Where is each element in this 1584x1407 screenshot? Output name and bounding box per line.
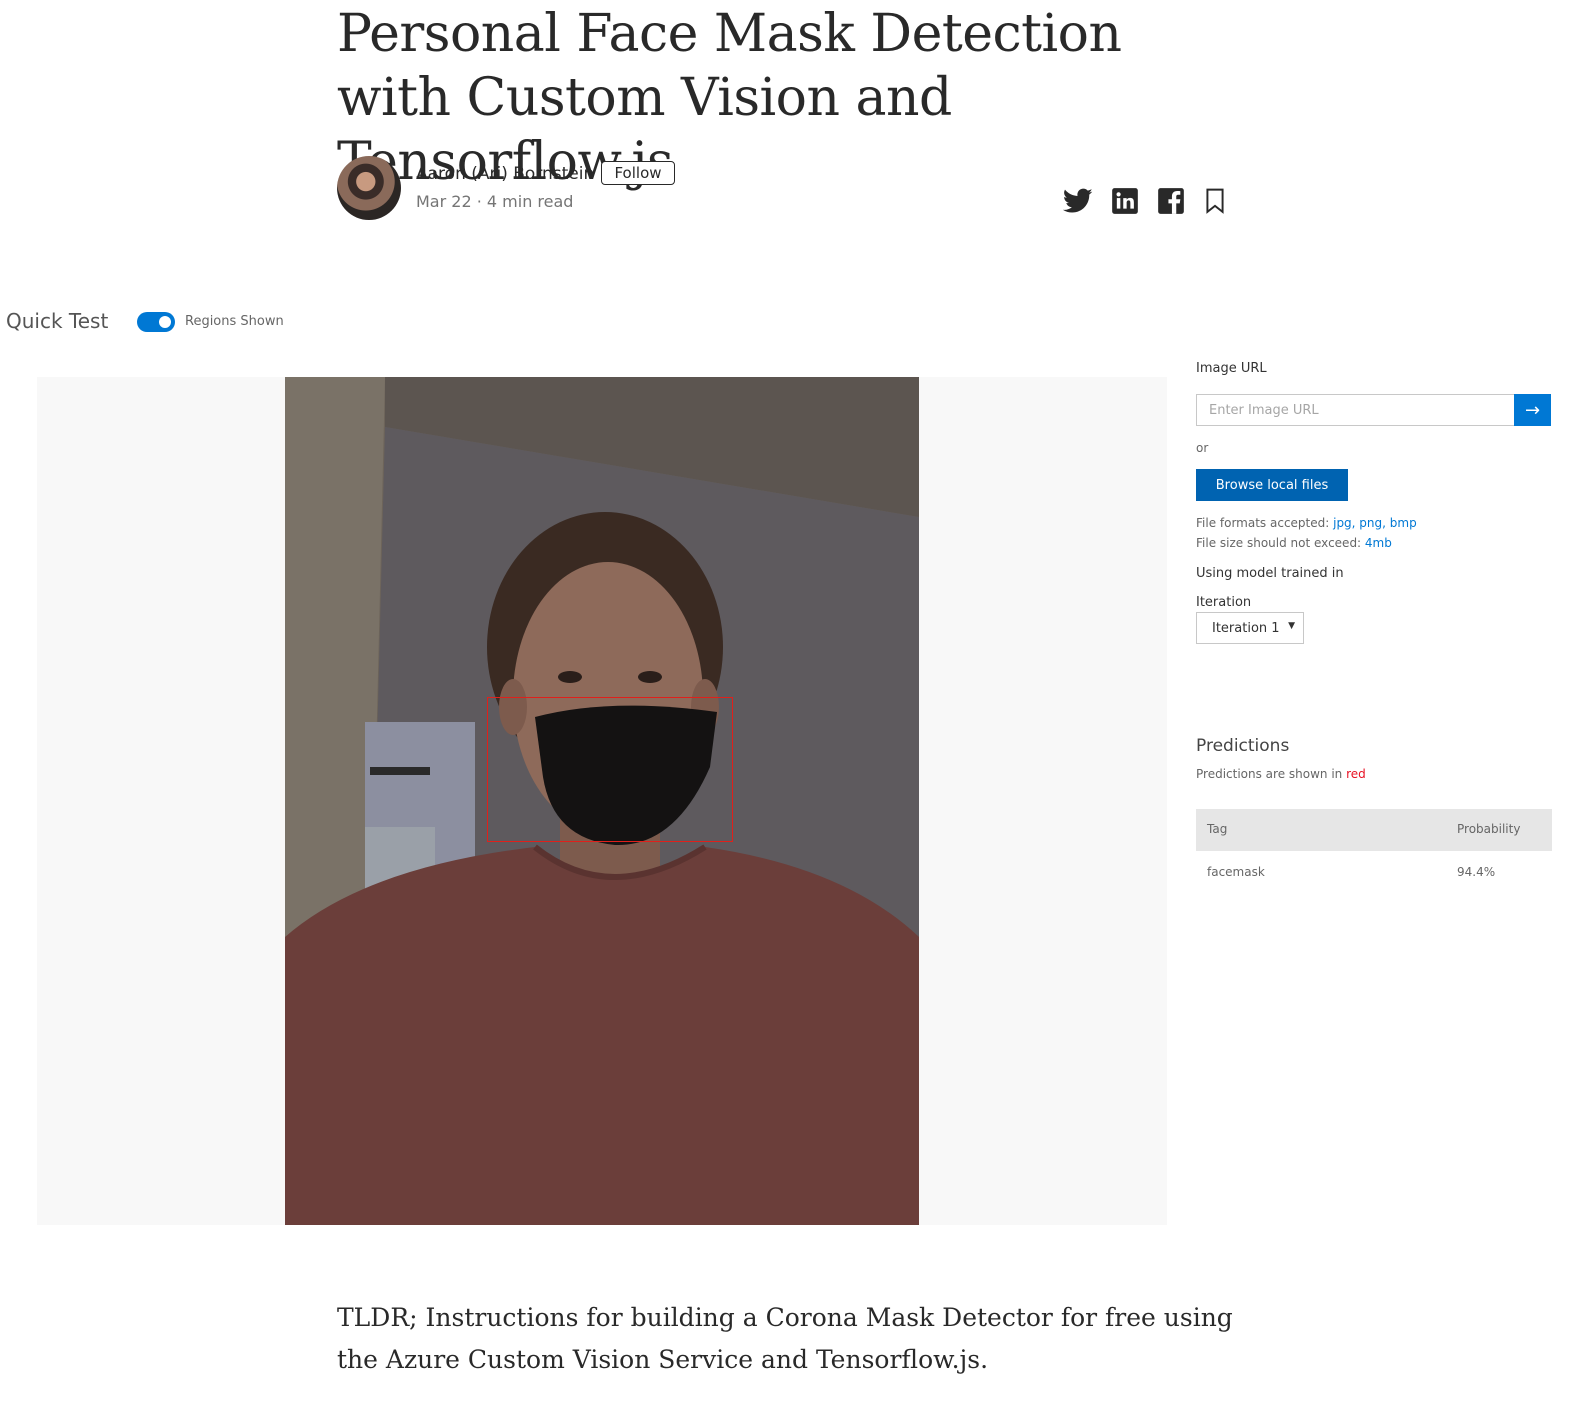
file-formats-prefix: File formats accepted: <box>1196 516 1334 530</box>
iteration-label: Iteration <box>1196 595 1252 610</box>
file-size-note: File size should not exceed: 4mb <box>1196 536 1392 550</box>
toggle-knob <box>159 316 171 328</box>
image-url-label: Image URL <box>1196 361 1267 376</box>
predictions-title: Predictions <box>1196 736 1290 756</box>
iteration-value: Iteration 1 <box>1212 620 1280 636</box>
quick-test-title: Quick Test <box>6 309 109 333</box>
prediction-probability: 94.4% <box>1457 865 1496 879</box>
regions-toggle-label: Regions Shown <box>185 314 284 329</box>
column-header-probability[interactable]: Probability <box>1457 822 1520 836</box>
bookmark-icon[interactable] <box>1200 186 1230 216</box>
regions-toggle[interactable] <box>137 312 175 332</box>
image-url-input[interactable] <box>1196 394 1514 426</box>
prediction-tag: facemask <box>1207 865 1265 879</box>
predictions-note-prefix: Predictions are shown in <box>1196 767 1347 781</box>
file-formats-note: File formats accepted: jpg, png, bmp <box>1196 516 1417 530</box>
or-label: or <box>1196 441 1209 455</box>
author-avatar[interactable] <box>337 156 401 220</box>
iteration-select[interactable]: Iteration 1 ▼ <box>1196 612 1304 644</box>
browse-local-files-button[interactable]: Browse local files <box>1196 469 1348 501</box>
prediction-region-box <box>487 697 733 842</box>
file-size-limit: 4mb <box>1364 536 1392 550</box>
facebook-icon[interactable] <box>1156 186 1186 216</box>
author-name[interactable]: Aaron (Ari) Bornstein <box>416 162 594 186</box>
submit-url-button[interactable]: → <box>1514 394 1551 426</box>
column-header-tag[interactable]: Tag <box>1207 822 1227 836</box>
model-trained-label: Using model trained in <box>1196 566 1344 581</box>
predictions-note: Predictions are shown in red <box>1196 767 1366 781</box>
file-size-prefix: File size should not exceed: <box>1196 536 1365 550</box>
follow-button[interactable]: Follow <box>601 161 675 185</box>
predictions-note-color: red <box>1346 767 1366 781</box>
article-meta: Mar 22 · 4 min read <box>416 192 574 211</box>
article-intro: TLDR; Instructions for building a Corona… <box>337 1303 1233 1374</box>
linkedin-icon[interactable] <box>1110 186 1140 216</box>
caret-down-icon: ▼ <box>1288 621 1295 631</box>
file-formats-list[interactable]: jpg, png, bmp <box>1333 516 1417 530</box>
twitter-icon[interactable] <box>1063 186 1093 216</box>
arrow-right-icon: → <box>1524 399 1541 421</box>
